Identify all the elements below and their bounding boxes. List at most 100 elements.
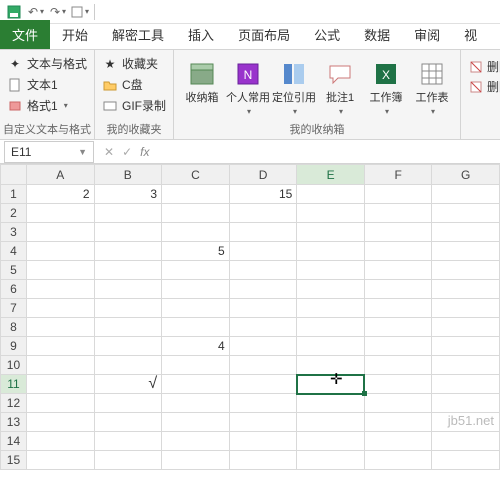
cell[interactable] (26, 280, 94, 299)
spreadsheet-grid[interactable]: A B C D E F G 12315 2 3 45 5 6 7 8 94 10… (0, 164, 500, 470)
cell[interactable] (229, 261, 297, 280)
cell[interactable] (297, 242, 365, 261)
cell[interactable] (94, 356, 162, 375)
cell[interactable] (94, 223, 162, 242)
cell[interactable] (162, 356, 230, 375)
cell[interactable] (94, 280, 162, 299)
qat-more-icon[interactable] (70, 2, 90, 22)
cell[interactable] (364, 337, 432, 356)
btn-text1[interactable]: 文本1 (6, 75, 88, 94)
cell[interactable] (297, 356, 365, 375)
row-header[interactable]: 14 (1, 432, 27, 451)
cell[interactable] (432, 451, 500, 470)
tab-home[interactable]: 开始 (50, 20, 100, 49)
cell[interactable] (229, 375, 297, 394)
cell[interactable] (162, 223, 230, 242)
cell[interactable] (26, 375, 94, 394)
row-header[interactable]: 3 (1, 223, 27, 242)
chevron-down-icon[interactable]: ▼ (78, 147, 87, 157)
cell[interactable] (297, 299, 365, 318)
cell[interactable] (364, 299, 432, 318)
cell[interactable] (364, 242, 432, 261)
cell[interactable] (162, 451, 230, 470)
select-all-corner[interactable] (1, 165, 27, 185)
btn-delete-1[interactable]: 删除未 (469, 58, 500, 75)
cell[interactable] (432, 318, 500, 337)
cell[interactable] (364, 451, 432, 470)
row-header[interactable]: 10 (1, 356, 27, 375)
row-header[interactable]: 8 (1, 318, 27, 337)
btn-workbook[interactable]: X工作簿 (364, 54, 408, 124)
cell[interactable] (162, 432, 230, 451)
cell[interactable]: 5 (162, 242, 230, 261)
row-header[interactable]: 5 (1, 261, 27, 280)
cell[interactable] (94, 261, 162, 280)
cell[interactable] (364, 356, 432, 375)
cell[interactable] (432, 242, 500, 261)
col-header-E[interactable]: E (297, 165, 365, 185)
tab-decrypt[interactable]: 解密工具 (100, 20, 176, 49)
cell[interactable] (297, 432, 365, 451)
cell[interactable] (94, 299, 162, 318)
cell[interactable] (364, 318, 432, 337)
row-header[interactable]: 12 (1, 394, 27, 413)
cell[interactable]: √ (94, 375, 162, 394)
save-icon[interactable] (4, 2, 24, 22)
row-header[interactable]: 13 (1, 413, 27, 432)
col-header-C[interactable]: C (162, 165, 230, 185)
cell[interactable] (297, 337, 365, 356)
cell[interactable] (229, 394, 297, 413)
cell[interactable] (94, 242, 162, 261)
cell[interactable] (432, 223, 500, 242)
cell[interactable] (364, 223, 432, 242)
cell[interactable] (229, 242, 297, 261)
cell[interactable] (229, 337, 297, 356)
cell[interactable] (26, 204, 94, 223)
cell[interactable] (94, 337, 162, 356)
row-header[interactable]: 9 (1, 337, 27, 356)
tab-data[interactable]: 数据 (352, 20, 402, 49)
cell[interactable] (432, 204, 500, 223)
tab-review[interactable]: 审阅 (402, 20, 452, 49)
cell[interactable] (432, 299, 500, 318)
cell[interactable] (364, 280, 432, 299)
cell[interactable] (297, 318, 365, 337)
cell[interactable]: 3 (94, 185, 162, 204)
cell[interactable] (26, 432, 94, 451)
cell[interactable] (26, 318, 94, 337)
cell[interactable] (364, 261, 432, 280)
cell[interactable] (94, 318, 162, 337)
col-header-A[interactable]: A (26, 165, 94, 185)
cell[interactable] (229, 451, 297, 470)
redo-icon[interactable]: ↷ (48, 2, 68, 22)
cell[interactable] (26, 451, 94, 470)
tab-file[interactable]: 文件 (0, 20, 50, 49)
cell[interactable] (297, 261, 365, 280)
cell[interactable] (94, 394, 162, 413)
cell[interactable] (432, 185, 500, 204)
btn-personal-common[interactable]: N个人常用 (226, 54, 270, 124)
cell[interactable] (162, 318, 230, 337)
cell[interactable] (162, 299, 230, 318)
cell[interactable] (94, 432, 162, 451)
cell[interactable] (297, 204, 365, 223)
cell[interactable] (432, 432, 500, 451)
cell[interactable] (162, 375, 230, 394)
cell[interactable] (297, 451, 365, 470)
cell[interactable] (229, 299, 297, 318)
cell[interactable] (229, 318, 297, 337)
cell[interactable] (26, 299, 94, 318)
row-header[interactable]: 1 (1, 185, 27, 204)
cell[interactable] (432, 280, 500, 299)
row-header[interactable]: 15 (1, 451, 27, 470)
cell[interactable] (229, 223, 297, 242)
cell[interactable] (26, 337, 94, 356)
btn-gif-record[interactable]: GIF录制 (101, 96, 167, 115)
btn-comment1[interactable]: 批注1 (318, 54, 362, 124)
name-box[interactable]: E11 ▼ (4, 141, 94, 163)
cell[interactable]: 2 (26, 185, 94, 204)
cell[interactable] (162, 413, 230, 432)
cell[interactable] (229, 413, 297, 432)
cell[interactable] (364, 413, 432, 432)
cell[interactable] (229, 280, 297, 299)
